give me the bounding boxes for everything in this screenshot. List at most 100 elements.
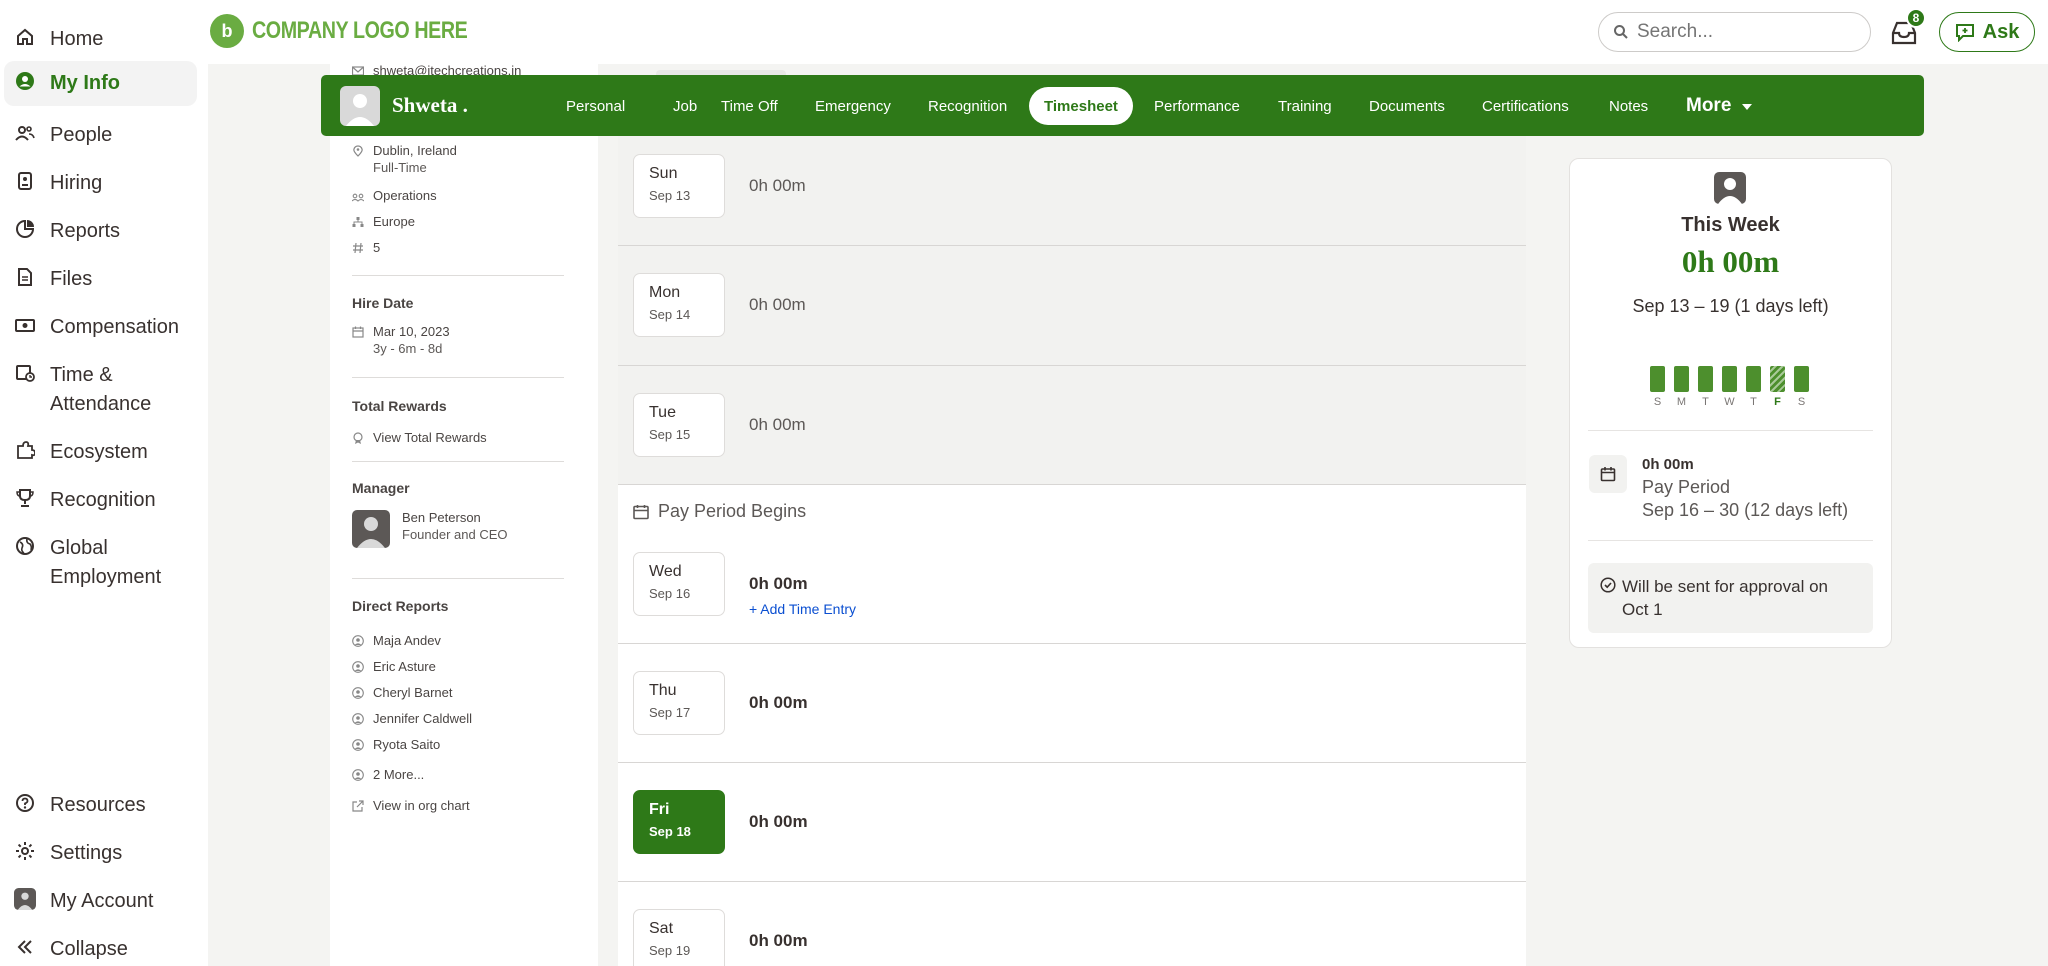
tab-notes[interactable]: Notes xyxy=(1594,87,1663,125)
nav-item-my-account[interactable]: My Account xyxy=(4,879,197,924)
nav-item-ecosystem[interactable]: Ecosystem xyxy=(4,430,197,475)
tab-time-off[interactable]: Time Off xyxy=(706,87,793,125)
logo-mark-icon: b xyxy=(210,14,244,48)
ask-button[interactable]: Ask xyxy=(1939,12,2035,52)
direct-report-item[interactable]: Eric Asture xyxy=(352,659,436,674)
day-name: Thu xyxy=(649,682,677,699)
day-card-thu[interactable]: Thu Sep 17 xyxy=(633,671,725,735)
add-time-entry-link[interactable]: + Add Time Entry xyxy=(749,601,856,617)
day-name: Mon xyxy=(649,284,681,301)
tab-performance[interactable]: Performance xyxy=(1139,87,1255,125)
more-reports-link[interactable]: 2 More... xyxy=(352,767,424,782)
home-icon xyxy=(14,26,36,48)
day-bar-label-current: F xyxy=(1774,396,1781,408)
chat-icon xyxy=(1955,22,1975,43)
manager-card[interactable]: Ben Peterson Founder and CEO xyxy=(352,510,508,548)
divider xyxy=(352,377,564,378)
person-icon xyxy=(352,635,364,647)
day-card-fri-today[interactable]: Fri Sep 18 xyxy=(633,790,725,854)
manager-title: Founder and CEO xyxy=(402,527,508,542)
tab-documents[interactable]: Documents xyxy=(1354,87,1460,125)
day-hours: 0h 00m xyxy=(749,931,808,950)
nav-label: Settings xyxy=(50,842,123,864)
nav-item-files[interactable]: Files xyxy=(4,257,197,302)
day-card-sat[interactable]: Sat Sep 19 xyxy=(633,909,725,966)
nav-label: Recognition xyxy=(50,489,156,511)
nav-item-people[interactable]: People xyxy=(4,113,197,158)
day-date: Sep 13 xyxy=(649,188,691,203)
compensation-icon xyxy=(14,314,36,336)
person-icon xyxy=(352,687,364,699)
tab-job[interactable]: Job xyxy=(658,87,712,125)
hash-icon xyxy=(352,242,364,254)
week-day-bars: S M T W T F S xyxy=(1650,366,1820,416)
department-row: Operations xyxy=(351,188,437,203)
tab-certifications[interactable]: Certifications xyxy=(1467,87,1584,125)
puzzle-icon xyxy=(14,439,36,461)
nav-item-resources[interactable]: Resources xyxy=(4,783,197,828)
day-card-sun[interactable]: Sun Sep 13 xyxy=(633,154,725,218)
employment-type: Full-Time xyxy=(373,160,427,175)
day-date: Sep 16 xyxy=(649,586,691,601)
nav-item-my-info[interactable]: My Info xyxy=(4,61,197,106)
nav-item-settings[interactable]: Settings xyxy=(4,831,197,876)
org-chart-text: View in org chart xyxy=(373,798,470,813)
search-box[interactable] xyxy=(1598,12,1871,52)
nav-item-collapse[interactable]: Collapse xyxy=(4,927,197,966)
help-icon xyxy=(14,792,36,814)
nav-label: Reports xyxy=(50,220,121,242)
tab-timesheet[interactable]: Timesheet xyxy=(1029,87,1133,125)
nav-label: Home xyxy=(50,28,104,50)
direct-report-name: Cheryl Barnet xyxy=(373,685,453,700)
day-name: Wed xyxy=(649,563,682,580)
day-date: Sep 18 xyxy=(649,824,691,839)
day-bar xyxy=(1650,366,1665,392)
nav-item-global-employment[interactable]: Global Employment xyxy=(4,526,197,600)
direct-report-name: Jennifer Caldwell xyxy=(373,711,472,726)
tab-recognition[interactable]: Recognition xyxy=(913,87,1022,125)
nav-label: Files xyxy=(50,268,93,290)
ask-label: Ask xyxy=(1982,20,2020,43)
external-link-icon xyxy=(352,800,364,812)
day-hours: 0h 00m xyxy=(749,415,806,434)
search-input[interactable] xyxy=(1637,21,1847,43)
nav-item-hiring[interactable]: Hiring xyxy=(4,161,197,206)
double-chevron-left-icon xyxy=(14,936,36,958)
tab-personal[interactable]: Personal xyxy=(551,87,640,125)
nav-label: Ecosystem xyxy=(50,441,148,463)
direct-report-item[interactable]: Jennifer Caldwell xyxy=(352,711,472,726)
inbox-button[interactable]: 8 xyxy=(1888,8,1926,48)
tab-emergency[interactable]: Emergency xyxy=(800,87,906,125)
nav-label: My Info xyxy=(50,72,120,94)
day-bar xyxy=(1674,366,1689,392)
direct-report-item[interactable]: Cheryl Barnet xyxy=(352,685,452,700)
location-row: Dublin, Ireland Full-Time xyxy=(352,143,457,177)
day-card-mon[interactable]: Mon Sep 14 xyxy=(633,273,725,337)
org-chart-link[interactable]: View in org chart xyxy=(352,798,470,813)
nav-label: Global Employment xyxy=(50,537,162,588)
day-card-tue[interactable]: Tue Sep 15 xyxy=(633,393,725,457)
row-divider xyxy=(618,643,1526,644)
nav-item-recognition[interactable]: Recognition xyxy=(4,478,197,523)
day-bar-label: M xyxy=(1676,396,1687,408)
department-text: Operations xyxy=(373,188,437,203)
pay-period-begins-text: Pay Period Begins xyxy=(658,501,807,521)
day-bar-label: S xyxy=(1653,396,1662,408)
tab-more-dropdown[interactable]: More xyxy=(1671,87,1768,125)
nav-item-compensation[interactable]: Compensation xyxy=(4,305,197,350)
inbox-count-badge: 8 xyxy=(1906,8,1926,28)
more-reports-text: 2 More... xyxy=(373,767,425,782)
rewards-icon xyxy=(352,432,364,444)
day-bar xyxy=(1698,366,1713,392)
avatar-icon xyxy=(14,888,36,910)
direct-report-item[interactable]: Maja Andev xyxy=(352,633,441,648)
tab-training[interactable]: Training xyxy=(1263,87,1347,125)
nav-item-time-attendance[interactable]: Time & Attendance xyxy=(4,353,197,427)
view-total-rewards-link[interactable]: View Total Rewards xyxy=(352,430,487,445)
day-card-wed[interactable]: Wed Sep 16 xyxy=(633,552,725,616)
nav-item-home[interactable]: Home xyxy=(4,17,197,62)
nav-item-reports[interactable]: Reports xyxy=(4,209,197,254)
direct-report-item[interactable]: Ryota Saito xyxy=(352,737,440,752)
company-logo[interactable]: b COMPANY LOGO HERE xyxy=(210,14,515,48)
employee-avatar-small xyxy=(1714,172,1746,204)
